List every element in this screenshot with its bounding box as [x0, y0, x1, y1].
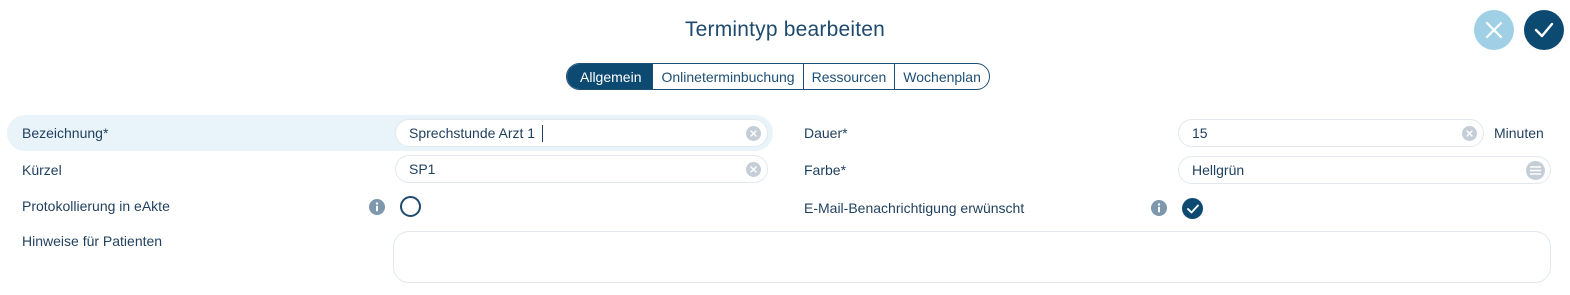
protokollierung-radio[interactable] [400, 196, 421, 217]
dauer-unit: Minuten [1494, 125, 1544, 141]
protokollierung-label: Protokollierung in eAkte [22, 198, 170, 214]
kuerzel-value: SP1 [409, 161, 436, 177]
confirm-button[interactable] [1524, 10, 1564, 50]
clear-icon[interactable] [746, 162, 761, 177]
info-icon[interactable] [369, 199, 385, 215]
hinweise-label: Hinweise für Patienten [22, 233, 163, 249]
checkmark-icon [1534, 22, 1554, 38]
bezeichnung-value: Sprechstunde Arzt 1 [409, 125, 536, 141]
text-cursor [542, 125, 543, 142]
dauer-field[interactable]: 15 [1178, 119, 1484, 147]
list-icon[interactable] [1526, 161, 1545, 180]
kuerzel-field[interactable]: SP1 [395, 155, 768, 183]
dialog-title: Termintyp bearbeiten [684, 18, 886, 41]
tab-wochenplan[interactable]: Wochenplan [894, 64, 989, 89]
tab-bar: Allgemein Onlineterminbuchung Ressourcen… [566, 63, 990, 90]
tab-allgemein[interactable]: Allgemein [567, 64, 653, 89]
farbe-select[interactable]: Hellgrün [1178, 156, 1551, 184]
farbe-label: Farbe* [804, 162, 847, 178]
close-icon [1485, 21, 1503, 39]
email-checkbox[interactable] [1182, 198, 1203, 219]
email-label: E-Mail-Benachrichtigung erwünscht [804, 200, 1025, 216]
info-icon[interactable] [1151, 200, 1167, 216]
clear-icon[interactable] [746, 126, 761, 141]
checkmark-icon [1186, 204, 1199, 213]
farbe-value: Hellgrün [1192, 162, 1245, 178]
cancel-button[interactable] [1474, 10, 1514, 50]
tab-onlineterminbuchung[interactable]: Onlineterminbuchung [652, 64, 802, 89]
dauer-value: 15 [1192, 125, 1208, 141]
bezeichnung-field[interactable]: Sprechstunde Arzt 1 [395, 119, 768, 147]
tab-ressourcen[interactable]: Ressourcen [802, 64, 895, 89]
hinweise-textarea[interactable] [393, 231, 1551, 283]
dauer-label: Dauer* [804, 125, 848, 141]
bezeichnung-label: Bezeichnung* [22, 125, 109, 141]
kuerzel-label: Kürzel [22, 162, 62, 178]
clear-icon[interactable] [1462, 126, 1477, 141]
